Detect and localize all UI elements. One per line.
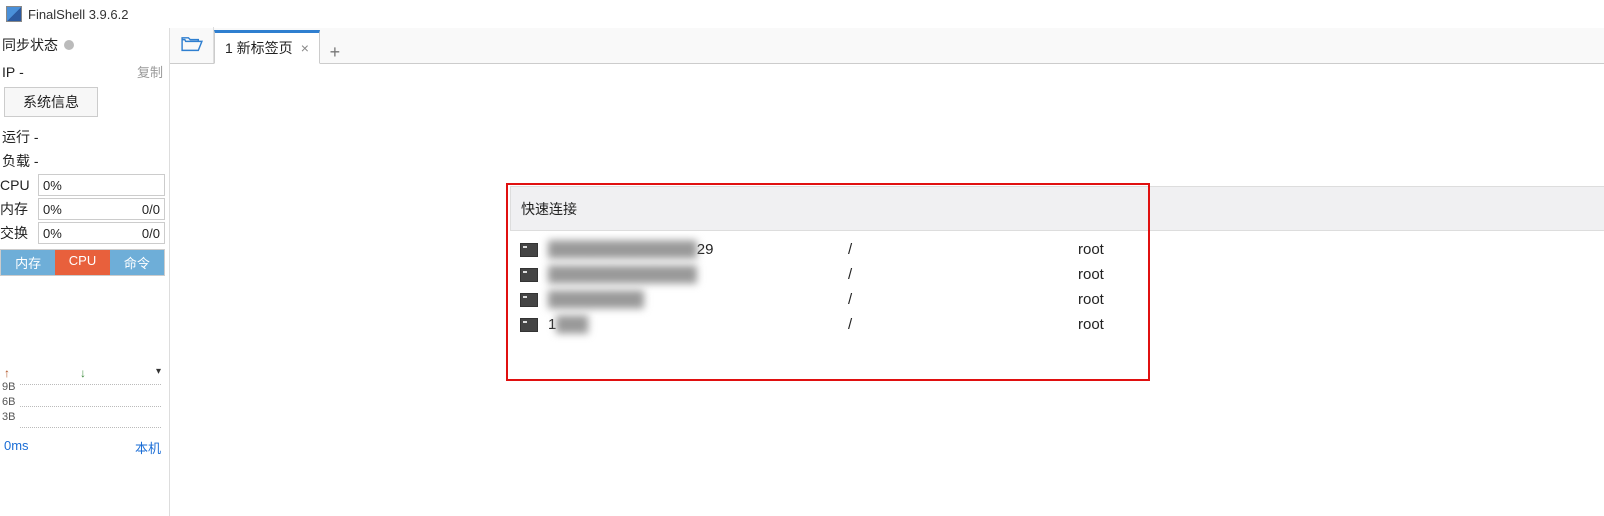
mem-detail: 0/0 [142, 202, 160, 217]
app-icon [6, 6, 22, 22]
swap-label: 交换 [0, 223, 34, 243]
connection-path: / [848, 266, 1078, 283]
connection-name: ██████████████ [548, 266, 848, 283]
connection-name: █████████ [548, 291, 848, 308]
mem-value-box: 0% 0/0 [38, 198, 165, 220]
titlebar: FinalShell 3.9.6.2 [0, 0, 1604, 28]
chart-y-labels: 9B 6B 3B [2, 380, 15, 425]
connection-path: / [848, 241, 1078, 258]
monitor-tabs: 内存 CPU 命令 [0, 249, 165, 276]
quick-connect-header: 快速连接 排序 访问时间 ▼ [510, 186, 1604, 231]
open-folder-button[interactable] [170, 27, 214, 63]
mem-label: 内存 [0, 199, 34, 219]
download-arrow-icon: ↓ [80, 366, 86, 380]
run-status: 运行 - [0, 125, 165, 149]
new-tab-button[interactable]: + [320, 42, 350, 63]
swap-detail: 0/0 [142, 226, 160, 241]
connection-user: root [1078, 266, 1104, 283]
cpu-value-box: 0% [38, 174, 165, 196]
terminal-icon [520, 268, 538, 282]
page-tabstrip: 1 新标签页 × + [170, 28, 1604, 64]
quick-connect-panel: 快速连接 排序 访问时间 ▼ ██████████████29 / root █… [510, 186, 1604, 343]
y-label-2: 3B [2, 410, 15, 425]
connection-name: 1███ [548, 316, 848, 333]
sidebar-footer: 0ms 本机 [0, 436, 165, 459]
sync-status-row: 同步状态 [0, 32, 165, 58]
terminal-icon [520, 243, 538, 257]
status-dot-icon [64, 40, 74, 50]
swap-value-box: 0% 0/0 [38, 222, 165, 244]
mem-value: 0% [43, 202, 62, 217]
ip-row: IP - 复制 [0, 58, 165, 85]
content-area: 1 新标签页 × + 快速连接 排序 访问时间 ▼ ██████████████… [170, 28, 1604, 516]
chart-grid [20, 384, 161, 428]
connection-row[interactable]: ██████████████29 / root [510, 237, 1604, 262]
page-tab-active[interactable]: 1 新标签页 × [214, 30, 320, 64]
connection-user: root [1078, 316, 1104, 333]
copy-button[interactable]: 复制 [137, 62, 163, 81]
system-info-button[interactable]: 系统信息 [4, 87, 98, 117]
connection-path: / [848, 316, 1078, 333]
close-tab-icon[interactable]: × [301, 40, 309, 56]
cpu-value: 0% [43, 178, 62, 193]
chart-menu-icon[interactable]: ▾ [156, 366, 161, 380]
traffic-chart: ↑ ↓ ▾ 9B 6B 3B [0, 366, 165, 436]
ping-value: 0ms [4, 438, 29, 457]
y-label-0: 9B [2, 380, 15, 395]
connection-list: ██████████████29 / root ██████████████ /… [510, 231, 1604, 343]
connection-row[interactable]: █████████ / root [510, 287, 1604, 312]
connection-row[interactable]: ██████████████ / root [510, 262, 1604, 287]
tab-command[interactable]: 命令 [110, 250, 164, 275]
sync-status-label: 同步状态 [2, 35, 58, 55]
quick-connect-title: 快速连接 [521, 199, 577, 219]
load-status: 负载 - [0, 149, 165, 173]
page-tab-label: 1 新标签页 [225, 38, 293, 58]
connection-user: root [1078, 241, 1104, 258]
folder-open-icon [181, 36, 203, 54]
app-title: FinalShell 3.9.6.2 [28, 7, 128, 22]
cpu-label: CPU [0, 177, 34, 193]
sidebar: 同步状态 IP - 复制 系统信息 运行 - 负载 - CPU 0% 内存 0%… [0, 28, 170, 516]
terminal-icon [520, 318, 538, 332]
connection-user: root [1078, 291, 1104, 308]
connection-path: / [848, 291, 1078, 308]
y-label-1: 6B [2, 395, 15, 410]
upload-arrow-icon: ↑ [4, 366, 10, 380]
cpu-row: CPU 0% [0, 173, 165, 197]
host-label[interactable]: 本机 [135, 438, 161, 457]
connection-name: ██████████████29 [548, 241, 848, 258]
tab-memory[interactable]: 内存 [1, 250, 55, 275]
swap-value: 0% [43, 226, 62, 241]
connection-row[interactable]: 1███ / root [510, 312, 1604, 337]
mem-row: 内存 0% 0/0 [0, 197, 165, 221]
terminal-icon [520, 293, 538, 307]
tab-cpu[interactable]: CPU [55, 250, 109, 275]
ip-label: IP - [2, 64, 24, 80]
swap-row: 交换 0% 0/0 [0, 221, 165, 245]
